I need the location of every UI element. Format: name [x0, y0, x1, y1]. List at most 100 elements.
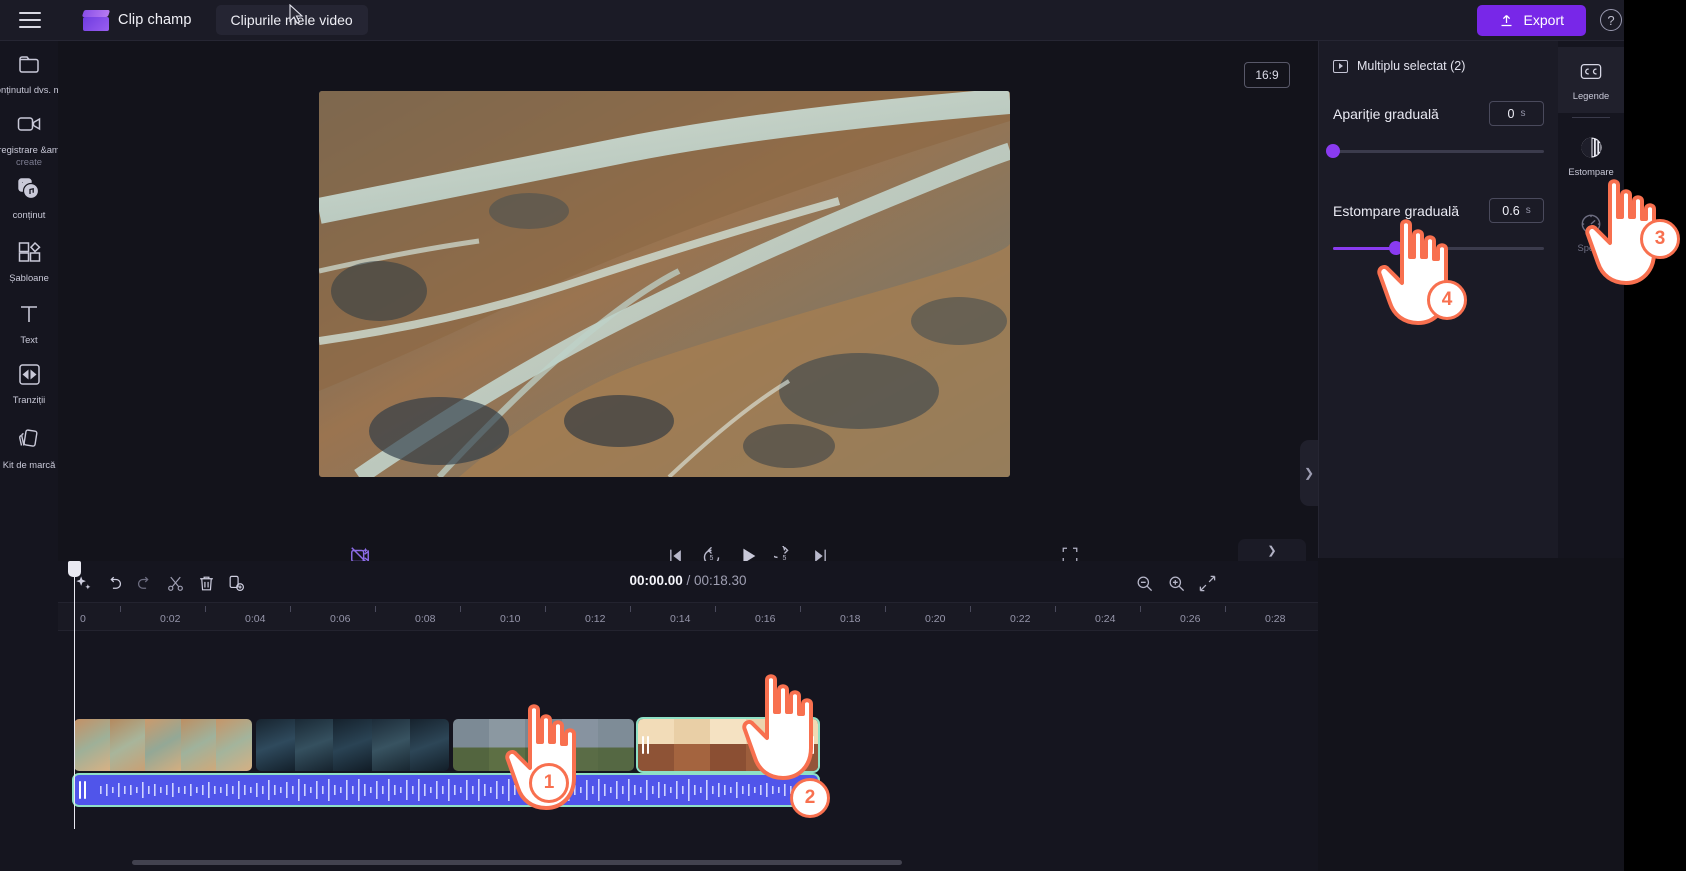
fit-to-screen-button[interactable] [1196, 572, 1218, 594]
right-rail-divider [1572, 117, 1610, 118]
sidebar-item-text[interactable]: Text [0, 301, 58, 345]
fade-out-unit: s [1525, 205, 1531, 216]
ruler-tick: 0:08 [415, 613, 436, 625]
clipchamp-editor: Clip champ Clipurile mele video Export ?… [0, 0, 1686, 871]
right-item-speed[interactable]: Speed [1558, 199, 1624, 265]
hamburger-icon[interactable] [19, 12, 41, 28]
transitions-icon [16, 361, 42, 387]
fade-out-label: Estompare graduală [1333, 202, 1460, 219]
playhead-knob[interactable] [68, 561, 81, 577]
fade-in-input[interactable]: 0 s [1489, 101, 1544, 126]
table-row[interactable] [74, 719, 252, 771]
brand-kit-icon [16, 426, 42, 452]
export-label: Export [1523, 12, 1564, 28]
screen-letterbox [1624, 0, 1686, 871]
ruler-tick: 0:26 [1180, 613, 1201, 625]
fade-in-slider[interactable] [1326, 144, 1544, 158]
annotation-badge-3: 3 [1640, 219, 1680, 259]
fade-in-slider-track [1333, 150, 1544, 153]
clip-icon [1333, 59, 1348, 73]
timeline-tracks [58, 631, 1318, 869]
right-item-fade[interactable]: Estompare [1558, 123, 1624, 189]
chevron-down-icon: ❯ [1267, 544, 1277, 557]
right-label-fade: Estompare [1568, 165, 1614, 177]
timeline-ruler[interactable]: 0 0:02 0:04 0:06 0:08 0:10 0:12 0:14 0:1… [58, 603, 1318, 631]
fade-out-slider-fill [1333, 247, 1397, 250]
upload-icon [1501, 14, 1512, 26]
timeline-expand-button[interactable]: ❯ [1238, 539, 1306, 561]
playhead[interactable] [68, 561, 81, 829]
sidebar-item-record[interactable]: Înregistrare &amp; create [0, 111, 68, 167]
clipchamp-logo-icon [81, 9, 111, 31]
audio-trim-handle-left[interactable] [79, 781, 86, 799]
ruler-tick: 0:16 [755, 613, 776, 625]
aspect-ratio-button[interactable]: 16:9 [1244, 62, 1290, 88]
sidebar-item-transitions[interactable]: Tranziții [0, 361, 58, 405]
fade-in-unit: s [1520, 108, 1526, 119]
fade-in-value: 0 [1507, 106, 1515, 121]
right-item-captions[interactable]: Legende [1558, 47, 1624, 113]
ruler-tick: 0:18 [840, 613, 861, 625]
fade-in-slider-thumb[interactable] [1326, 144, 1340, 158]
clip-4-thumbnails [638, 719, 818, 771]
fade-out-slider[interactable] [1333, 241, 1544, 255]
templates-grid-icon [16, 239, 42, 265]
sidebar-item-media[interactable]: Conținutul dvs. media [0, 51, 79, 95]
fade-in-row: Apariție graduală 0 s [1333, 101, 1544, 126]
audio-waveform [100, 779, 798, 801]
sidebar-item-brandkit[interactable]: Kit de marcă [0, 426, 58, 470]
sidebar-item-templates[interactable]: Șabloane [0, 239, 58, 283]
table-row[interactable] [638, 719, 818, 771]
timecode-display: 00:00.00 / 00:18.30 [58, 573, 1318, 588]
properties-collapse-button[interactable]: ❯ [1300, 440, 1318, 506]
clip-trim-handle-right[interactable] [807, 736, 814, 754]
ruler-tick: 0:02 [160, 613, 181, 625]
total-time: / 00:18.30 [686, 573, 747, 588]
fade-out-value: 0.6 [1502, 203, 1520, 218]
video-preview[interactable] [319, 91, 1010, 477]
mouse-cursor-icon [289, 4, 304, 24]
brand-name: Clip champ [118, 12, 192, 28]
annotation-badge-1: 1 [529, 763, 569, 803]
right-sidebar: Legende Estompare Speed [1558, 41, 1624, 558]
table-row[interactable] [256, 719, 449, 771]
export-button[interactable]: Export [1476, 4, 1586, 36]
ruler-tick: 0:14 [670, 613, 691, 625]
folder-icon [16, 51, 42, 77]
ruler-tick: 0:24 [1095, 613, 1116, 625]
preview-stage: 16:9 ❯ 5 5 [58, 41, 1318, 565]
fade-out-row: Estompare graduală 0.6 s [1333, 198, 1544, 223]
sidebar-item-content[interactable]: conținut [0, 176, 58, 220]
right-label-speed: Speed [1577, 241, 1605, 253]
ruler-tick: 0:28 [1265, 613, 1286, 625]
video-camera-icon [16, 111, 42, 137]
left-sidebar: Conținutul dvs. media Înregistrare &amp;… [0, 41, 79, 871]
annotation-badge-4: 4 [1427, 280, 1467, 320]
audio-clip[interactable] [74, 775, 818, 805]
speedometer-icon [1579, 212, 1603, 236]
fade-out-input[interactable]: 0.6 s [1489, 198, 1544, 223]
zoom-in-button[interactable] [1165, 572, 1187, 594]
fade-icon [1579, 136, 1603, 160]
brand-logo-group: Clip champ [81, 9, 192, 31]
right-label-captions: Legende [1572, 89, 1610, 101]
ruler-tick: 0 [80, 613, 86, 625]
ruler-tick: 0:10 [500, 613, 521, 625]
ruler-tick: 0:12 [585, 613, 606, 625]
ruler-tick: 0:06 [330, 613, 351, 625]
fit-to-screen-icon [1199, 575, 1215, 591]
clip-trim-handle-left[interactable] [642, 736, 649, 754]
zoom-out-button[interactable] [1133, 572, 1155, 594]
fade-in-label: Apariție graduală [1333, 105, 1439, 122]
fade-out-slider-thumb[interactable] [1389, 241, 1404, 255]
zoom-in-icon [1169, 576, 1184, 591]
clip-2-thumbnails [256, 719, 449, 771]
media-content-icon [16, 176, 42, 202]
ruler-tick: 0:20 [925, 613, 946, 625]
help-circle-icon[interactable]: ? [1600, 9, 1622, 31]
timeline-horizontal-scrollbar[interactable] [132, 860, 902, 865]
clip-1-thumbnails [74, 719, 252, 771]
fade-glyph [1580, 137, 1602, 158]
closed-caption-icon [1579, 60, 1603, 84]
app-header: Clip champ Clipurile mele video Export ?… [0, 0, 1686, 41]
